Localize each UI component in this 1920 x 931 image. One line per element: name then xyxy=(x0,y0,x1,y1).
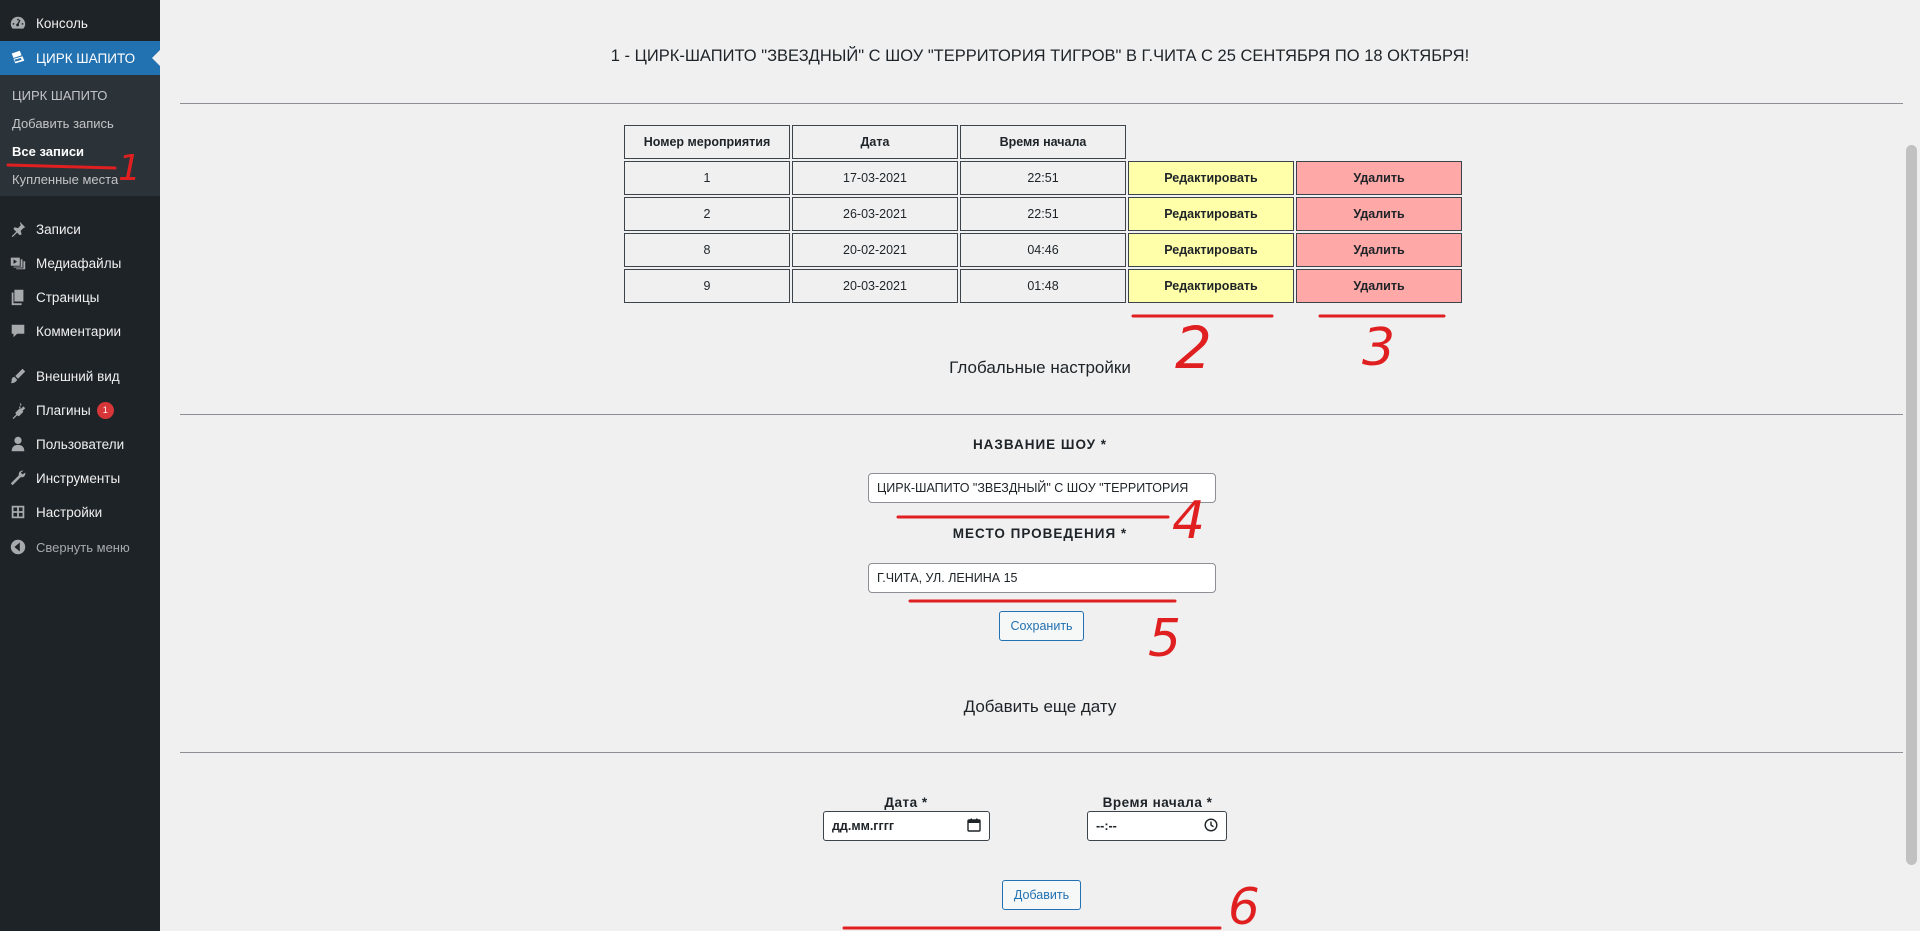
venue-input[interactable]: Г.ЧИТА, УЛ. ЛЕНИНА 15 xyxy=(868,563,1216,593)
edit-button[interactable]: Редактировать xyxy=(1128,269,1294,303)
divider xyxy=(180,752,1903,753)
menu-item-media[interactable]: Медиафайлы xyxy=(0,246,160,280)
wrench-icon xyxy=(0,469,36,487)
event-date-cell: 20-03-2021 xyxy=(792,269,958,303)
menu-item-label: Инструменты xyxy=(36,470,121,486)
submenu-item-circus[interactable]: ЦИРК ШАПИТО xyxy=(12,88,107,103)
settings-icon xyxy=(0,503,36,521)
show-name-label: НАЗВАНИЕ ШОУ * xyxy=(972,437,1108,452)
delete-button[interactable]: Удалить xyxy=(1296,269,1462,303)
events-table: Номер мероприятия Дата Время начала 1 17… xyxy=(622,123,1464,305)
delete-button[interactable]: Удалить xyxy=(1296,161,1462,195)
menu-item-pages[interactable]: Страницы xyxy=(0,280,160,314)
menu-item-posts[interactable]: Записи xyxy=(0,212,160,246)
page-title: 1 - ЦИРК-ШАПИТО "ЗВЕЗДНЫЙ" С ШОУ "ТЕРРИТ… xyxy=(610,47,1470,65)
event-date-cell: 26-03-2021 xyxy=(792,197,958,231)
add-button[interactable]: Добавить xyxy=(1002,880,1081,910)
event-time-cell: 04:46 xyxy=(960,233,1126,267)
column-header-event-number: Номер мероприятия xyxy=(624,125,790,159)
table-row: 2 26-03-2021 22:51 Редактировать Удалить xyxy=(624,197,1462,231)
calendar-icon[interactable] xyxy=(967,818,981,835)
collapse-icon xyxy=(0,538,36,556)
column-header-date: Дата xyxy=(792,125,958,159)
menu-item-settings[interactable]: Настройки xyxy=(0,495,160,529)
brush-icon xyxy=(0,367,36,385)
start-time-label: Время начала * xyxy=(1102,795,1213,810)
event-time-cell: 01:48 xyxy=(960,269,1126,303)
menu-item-label: Страницы xyxy=(36,289,100,305)
media-icon xyxy=(0,254,36,272)
submenu-item-all-posts[interactable]: Все записи xyxy=(12,144,84,159)
edit-button[interactable]: Редактировать xyxy=(1128,161,1294,195)
table-row: 1 17-03-2021 22:51 Редактировать Удалить xyxy=(624,161,1462,195)
date-input[interactable]: дд.мм.гггг xyxy=(823,811,990,841)
menu-item-label: Записи xyxy=(36,221,81,237)
plugins-update-badge: 1 xyxy=(96,401,114,419)
event-date-cell: 17-03-2021 xyxy=(792,161,958,195)
menu-item-dashboard[interactable]: Консоль xyxy=(0,6,160,40)
event-number-cell: 1 xyxy=(624,161,790,195)
menu-item-label: Консоль xyxy=(36,15,88,31)
save-button[interactable]: Сохранить xyxy=(999,611,1084,641)
menu-item-tools[interactable]: Инструменты xyxy=(0,461,160,495)
plugin-icon xyxy=(0,401,36,419)
scrollbar[interactable] xyxy=(1903,0,1920,931)
event-time-cell: 22:51 xyxy=(960,161,1126,195)
menu-item-appearance[interactable]: Внешний вид xyxy=(0,359,160,393)
admin-sidebar: Консоль ЦИРК ШАПИТО ЦИРК ШАПИТО Добавить… xyxy=(0,0,160,931)
time-placeholder: --:-- xyxy=(1096,819,1117,833)
menu-item-circus[interactable]: ЦИРК ШАПИТО xyxy=(0,41,160,75)
menu-item-label: Внешний вид xyxy=(36,368,120,384)
collapse-label: Свернуть меню xyxy=(36,539,130,555)
venue-label: МЕСТО ПРОВЕДЕНИЯ * xyxy=(952,526,1128,541)
date-label: Дата * xyxy=(884,795,928,810)
divider xyxy=(180,103,1903,104)
event-number-cell: 8 xyxy=(624,233,790,267)
menu-item-label: Плагины xyxy=(36,402,91,418)
divider xyxy=(180,414,1903,415)
column-header-start-time: Время начала xyxy=(960,125,1126,159)
menu-item-users[interactable]: Пользователи xyxy=(0,427,160,461)
pages-icon xyxy=(0,288,36,306)
user-icon xyxy=(0,435,36,453)
annotation-number-6: 6 xyxy=(1228,878,1260,931)
circus-submenu: ЦИРК ШАПИТО Добавить запись Все записи К… xyxy=(0,75,160,196)
menu-item-comments[interactable]: Комментарии xyxy=(0,314,160,348)
pin-icon xyxy=(0,220,36,238)
menu-item-label: Медиафайлы xyxy=(36,255,122,271)
dashboard-icon xyxy=(0,14,36,32)
menu-item-label: Комментарии xyxy=(36,323,122,339)
clock-icon[interactable] xyxy=(1204,817,1218,835)
scrollbar-thumb[interactable] xyxy=(1906,145,1917,865)
annotation-number-5: 5 xyxy=(1148,609,1181,669)
add-date-heading: Добавить еще дату xyxy=(963,697,1117,716)
table-row: 9 20-03-2021 01:48 Редактировать Удалить xyxy=(624,269,1462,303)
global-settings-heading: Глобальные настройки xyxy=(949,358,1131,377)
menu-item-label: Пользователи xyxy=(36,436,125,452)
event-time-cell: 22:51 xyxy=(960,197,1126,231)
delete-button[interactable]: Удалить xyxy=(1296,233,1462,267)
edit-button[interactable]: Редактировать xyxy=(1128,233,1294,267)
date-placeholder: дд.мм.гггг xyxy=(832,819,895,833)
show-name-input[interactable]: ЦИРК-ШАПИТО "ЗВЕЗДНЫЙ" С ШОУ "ТЕРРИТОРИЯ xyxy=(868,473,1216,503)
delete-button[interactable]: Удалить xyxy=(1296,197,1462,231)
menu-item-label: ЦИРК ШАПИТО xyxy=(36,50,136,66)
edit-button[interactable]: Редактировать xyxy=(1128,197,1294,231)
submenu-item-add-post[interactable]: Добавить запись xyxy=(12,116,114,131)
table-header-row: Номер мероприятия Дата Время начала xyxy=(624,125,1462,159)
menu-item-label: Настройки xyxy=(36,504,103,520)
event-number-cell: 2 xyxy=(624,197,790,231)
event-number-cell: 9 xyxy=(624,269,790,303)
collapse-menu-button[interactable]: Свернуть меню xyxy=(0,530,160,564)
menu-item-plugins[interactable]: Плагины 1 xyxy=(0,393,160,427)
tickets-icon xyxy=(0,49,36,67)
event-date-cell: 20-02-2021 xyxy=(792,233,958,267)
table-row: 8 20-02-2021 04:46 Редактировать Удалить xyxy=(624,233,1462,267)
start-time-input[interactable]: --:-- xyxy=(1087,811,1227,841)
submenu-item-purchased-seats[interactable]: Купленные места xyxy=(12,172,118,187)
comment-icon xyxy=(0,322,36,340)
